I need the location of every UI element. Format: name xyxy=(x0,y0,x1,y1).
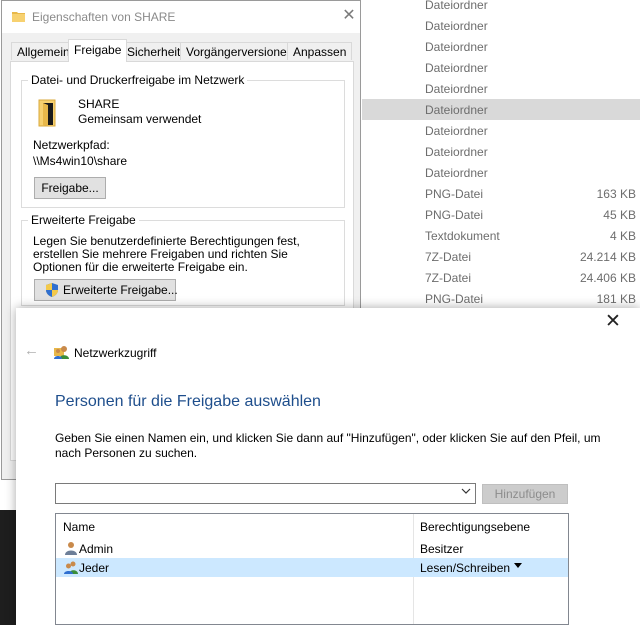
back-arrow-icon[interactable]: ← xyxy=(24,343,40,359)
file-type: Dateiordner xyxy=(425,166,488,180)
advanced-share-button-label: Erweiterte Freigabe... xyxy=(63,283,178,297)
advanced-share-group-label: Erweiterte Freigabe xyxy=(28,213,139,227)
tab-vorgaengerversionen[interactable]: Vorgängerversionen xyxy=(180,42,300,60)
user-permission: Besitzer xyxy=(420,542,464,556)
explorer-row[interactable]: PNG-Datei 163 KB xyxy=(362,183,640,204)
file-size: 24.214 KB xyxy=(579,250,636,264)
dialog-instructions: Geben Sie einen Namen ein, und klicken S… xyxy=(55,431,601,460)
user-icon xyxy=(65,542,77,555)
file-size: 24.406 KB xyxy=(579,271,636,285)
close-icon[interactable]: ✕ xyxy=(603,312,623,332)
user-name: Admin xyxy=(79,542,114,556)
file-type: Dateiordner xyxy=(425,0,488,12)
explorer-row[interactable]: 7Z-Datei 24.214 KB xyxy=(362,246,640,267)
close-icon[interactable]: ✕ xyxy=(340,6,358,26)
tab-allgemein[interactable]: Allgemein xyxy=(11,42,76,60)
file-type: Dateiordner xyxy=(425,61,488,75)
add-button[interactable]: Hinzufügen xyxy=(482,484,568,504)
users-grid: Name Berechtigungsebene Admin Besitzer J… xyxy=(55,513,569,625)
explorer-row[interactable]: PNG-Datei 45 KB xyxy=(362,204,640,225)
file-type: 7Z-Datei xyxy=(425,271,472,285)
network-access-dialog: ✕ ← Netzwerkzugriff Personen für die Fre… xyxy=(16,308,640,625)
chevron-down-icon[interactable] xyxy=(461,486,471,499)
shared-folder-icon xyxy=(38,99,56,127)
file-type: Textdokument xyxy=(425,229,500,243)
user-row-admin[interactable]: Admin Besitzer xyxy=(56,539,568,558)
explorer-row[interactable]: Dateiordner xyxy=(362,0,640,15)
advanced-share-button[interactable]: Erweiterte Freigabe... xyxy=(34,279,178,301)
advanced-share-group: Erweiterte Freigabe Legen Sie benutzerde… xyxy=(21,213,345,306)
explorer-row[interactable]: Dateiordner xyxy=(362,15,640,36)
tab-sicherheit[interactable]: Sicherheit xyxy=(121,42,187,60)
explorer-row[interactable]: Dateiordner xyxy=(362,162,640,183)
file-type: Dateiordner xyxy=(425,82,488,96)
explorer-file-list: Dateiordner Dateiordner Dateiordner Dateior… xyxy=(362,0,640,387)
explorer-row[interactable]: Dateiordner xyxy=(362,120,640,141)
network-share-group: Datei- und Druckerfreigabe im Netzwerk S… xyxy=(21,73,345,208)
file-size: 45 KB xyxy=(603,208,636,222)
uac-shield-icon xyxy=(46,283,58,297)
explorer-row[interactable]: Dateiordner xyxy=(362,141,640,162)
share-button[interactable]: Freigabe... xyxy=(34,177,106,199)
file-size: 4 KB xyxy=(609,229,636,243)
group-users-icon xyxy=(64,561,78,574)
explorer-row[interactable]: Dateiordner xyxy=(362,99,640,120)
column-header-permission[interactable]: Berechtigungsebene xyxy=(420,520,530,534)
file-type: Dateiordner xyxy=(425,124,488,138)
tab-strip: Allgemein Freigabe Sicherheit Vorgängerv… xyxy=(2,39,360,62)
file-type: Dateiordner xyxy=(425,103,488,117)
name-combobox[interactable] xyxy=(55,483,476,504)
explorer-row[interactable]: 7Z-Datei 24.406 KB xyxy=(362,267,640,288)
explorer-row[interactable]: Dateiordner xyxy=(362,36,640,57)
file-size: 181 KB xyxy=(596,292,636,306)
explorer-row[interactable]: Textdokument 4 KB xyxy=(362,225,640,246)
file-size: 163 KB xyxy=(596,187,636,201)
network-users-icon xyxy=(54,346,69,359)
tab-anpassen[interactable]: Anpassen xyxy=(287,42,353,60)
file-type: PNG-Datei xyxy=(425,187,484,201)
share-name: SHARE xyxy=(78,97,120,111)
explorer-row[interactable]: PNG-Datei 181 KB xyxy=(362,288,640,309)
properties-title: Eigenschaften von SHARE xyxy=(32,10,176,24)
folder-icon xyxy=(12,12,25,22)
network-path-value: \\Ms4win10\share xyxy=(33,154,128,168)
tab-freigabe[interactable]: Freigabe xyxy=(68,39,128,62)
network-path-label: Netzwerkpfad: xyxy=(33,138,110,152)
file-type: Dateiordner xyxy=(425,19,488,33)
user-permission: Lesen/Schreiben xyxy=(420,561,511,575)
dialog-heading: Personen für die Freigabe auswählen xyxy=(55,393,321,410)
column-header-name[interactable]: Name xyxy=(63,520,95,534)
advanced-share-description: Legen Sie benutzerdefinierte Berechtigun… xyxy=(33,234,300,274)
permission-dropdown-icon[interactable] xyxy=(513,560,523,573)
user-name: Jeder xyxy=(79,561,110,575)
network-share-group-label: Datei- und Druckerfreigabe im Netzwerk xyxy=(28,73,248,87)
file-type: PNG-Datei xyxy=(425,208,484,222)
user-row-jeder[interactable]: Jeder Lesen/Schreiben xyxy=(56,558,568,577)
explorer-row[interactable]: Dateiordner xyxy=(362,57,640,78)
properties-titlebar: Eigenschaften von SHARE ✕ xyxy=(2,1,360,33)
dialog-title: Netzwerkzugriff xyxy=(74,346,157,360)
file-type: 7Z-Datei xyxy=(425,250,472,264)
file-type: PNG-Datei xyxy=(425,292,484,306)
file-type: Dateiordner xyxy=(425,145,488,159)
share-status: Gemeinsam verwendet xyxy=(78,112,202,126)
file-type: Dateiordner xyxy=(425,40,488,54)
explorer-row[interactable]: Dateiordner xyxy=(362,78,640,99)
